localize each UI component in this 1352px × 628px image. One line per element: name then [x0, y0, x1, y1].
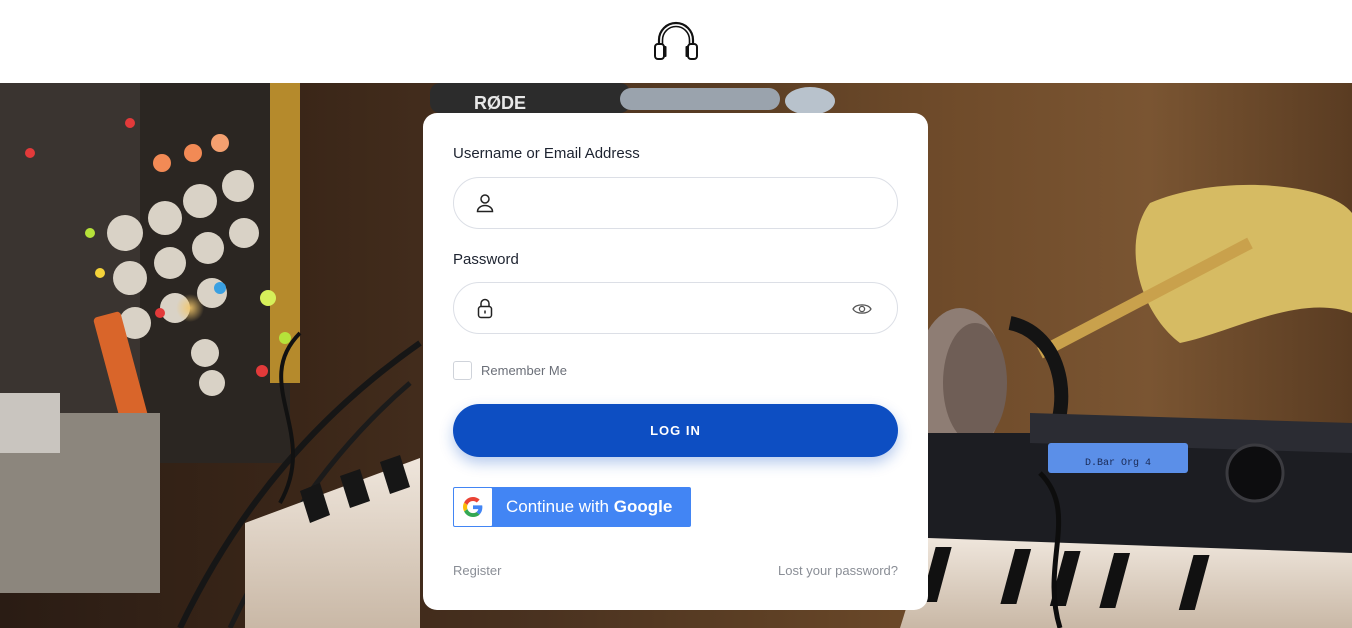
rode-brand-text: RØDE [474, 93, 526, 113]
remember-me-row: Remember Me [453, 360, 567, 380]
login-card: Username or Email Address Password Remem… [423, 113, 928, 610]
google-button-prefix: Continue with [506, 497, 614, 516]
google-brand-text: Google [613, 497, 673, 516]
username-field[interactable] [453, 177, 898, 229]
top-header [0, 0, 1352, 83]
login-button[interactable]: LOG IN [453, 404, 898, 457]
register-link[interactable]: Register [453, 563, 501, 578]
password-input[interactable] [506, 283, 846, 333]
continue-with-google-button[interactable]: Continue with Google [453, 487, 691, 527]
google-logo-icon [454, 488, 492, 526]
headphones-icon[interactable] [651, 18, 701, 62]
remember-me-checkbox[interactable] [453, 360, 472, 380]
lock-icon [477, 298, 493, 319]
user-icon [476, 194, 494, 213]
remember-me-label[interactable]: Remember Me [481, 363, 567, 378]
google-button-text: Continue with Google [506, 487, 672, 527]
show-password-eye-icon[interactable] [851, 300, 873, 318]
password-label: Password [453, 251, 519, 268]
username-input[interactable] [506, 178, 846, 228]
synth-display-text: D.Bar Org 4 [1085, 458, 1151, 469]
lost-password-link[interactable]: Lost your password? [778, 563, 898, 578]
password-field[interactable] [453, 282, 898, 334]
username-label: Username or Email Address [453, 145, 640, 162]
